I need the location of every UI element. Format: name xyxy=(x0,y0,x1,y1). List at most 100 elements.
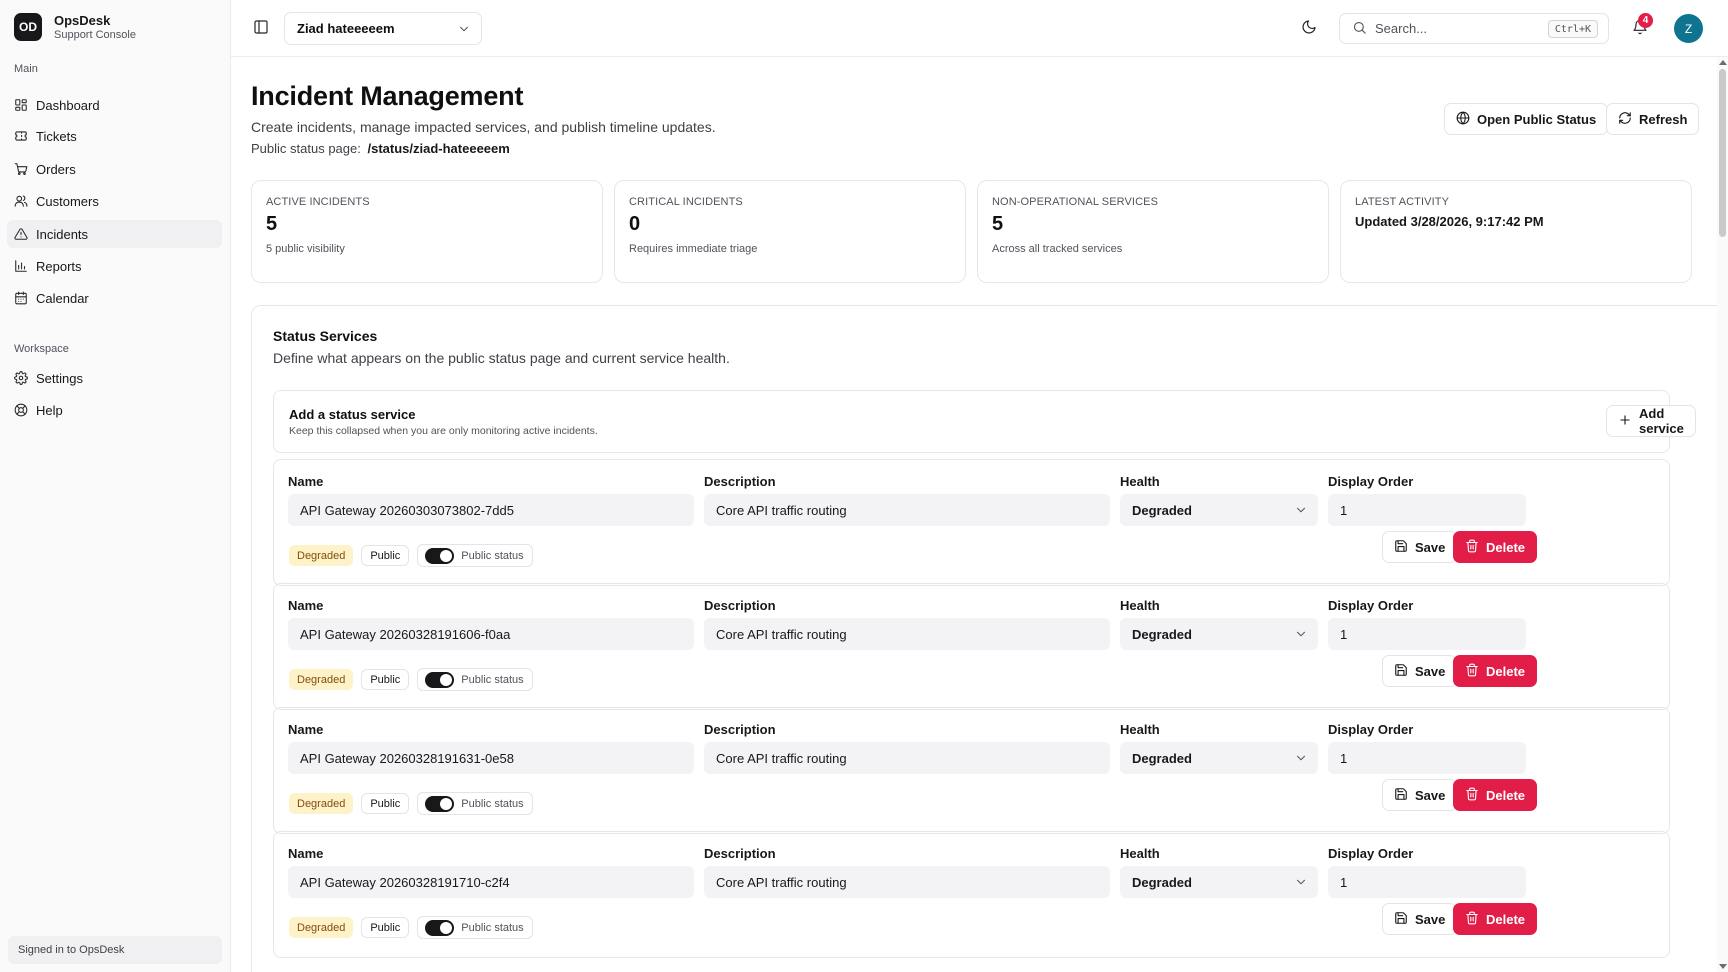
health-label: Health xyxy=(1120,846,1160,861)
public-status-toggle[interactable]: Public status xyxy=(417,792,533,815)
display-order-input[interactable] xyxy=(1328,742,1526,774)
users-icon xyxy=(14,194,28,208)
theme-toggle-button[interactable] xyxy=(1301,19,1317,38)
stat-card-non-operational-services: Non-operational services 5 Across all tr… xyxy=(977,180,1329,283)
health-label: Health xyxy=(1120,474,1160,489)
scroll-up-arrow[interactable] xyxy=(1719,60,1727,65)
health-select[interactable]: Degraded xyxy=(1120,742,1318,774)
save-button[interactable]: Save xyxy=(1382,655,1458,687)
refresh-button[interactable]: Refresh xyxy=(1606,103,1700,135)
name-label: Name xyxy=(288,598,324,613)
description-label: Description xyxy=(704,722,776,737)
status-services-card: Status Services Define what appears on t… xyxy=(251,305,1717,972)
sidebar-item-calendar[interactable]: Calendar xyxy=(7,284,222,312)
public-status-toggle[interactable]: Public status xyxy=(417,544,533,567)
service-name-input[interactable] xyxy=(288,494,694,526)
service-name-input[interactable] xyxy=(288,866,694,898)
sidebar-item-help[interactable]: Help xyxy=(7,396,222,424)
save-icon xyxy=(1394,539,1415,556)
toggle-switch[interactable] xyxy=(425,671,455,688)
description-label: Description xyxy=(704,598,776,613)
service-name-input[interactable] xyxy=(288,618,694,650)
delete-label: Delete xyxy=(1486,539,1526,555)
sidebar-item-incidents[interactable]: Incidents xyxy=(7,220,222,248)
chevron-down-icon xyxy=(457,22,471,39)
delete-button[interactable]: Delete xyxy=(1453,903,1538,935)
health-label: Health xyxy=(1120,722,1160,737)
gear-icon xyxy=(14,371,28,385)
save-icon xyxy=(1394,787,1415,804)
service-description-input[interactable] xyxy=(704,494,1110,526)
service-description-input[interactable] xyxy=(704,866,1110,898)
description-label: Description xyxy=(704,474,776,489)
delete-button[interactable]: Delete xyxy=(1453,655,1538,687)
delete-button[interactable]: Delete xyxy=(1453,531,1538,563)
sidebar-item-settings[interactable]: Settings xyxy=(7,364,222,392)
sidebar-item-tickets[interactable]: Tickets xyxy=(7,122,222,150)
save-button[interactable]: Save xyxy=(1382,779,1458,811)
health-select[interactable]: Degraded xyxy=(1120,618,1318,650)
sidebar-toggle-button[interactable] xyxy=(253,19,269,36)
avatar[interactable]: Z xyxy=(1674,14,1703,43)
scroll-thumb[interactable] xyxy=(1719,69,1726,237)
sidebar-item-label: Dashboard xyxy=(36,97,100,113)
notification-badge: 4 xyxy=(1638,13,1653,28)
sidebar-item-orders[interactable]: Orders xyxy=(7,155,222,183)
display-order-input[interactable] xyxy=(1328,618,1526,650)
add-service-panel[interactable]: Add a status service Keep this collapsed… xyxy=(273,390,1696,453)
name-label: Name xyxy=(288,846,324,861)
save-button[interactable]: Save xyxy=(1382,903,1458,935)
workspace-select[interactable]: Ziad hateeeeem xyxy=(284,12,482,45)
health-value: Degraded xyxy=(1132,626,1192,642)
page-scrollbar[interactable] xyxy=(1717,57,1728,972)
service-description-input[interactable] xyxy=(704,742,1110,774)
toggle-switch[interactable] xyxy=(425,919,455,936)
toggle-switch[interactable] xyxy=(425,547,455,564)
top-header: Ziad hateeeeem Ctrl+K 4 Z xyxy=(231,0,1728,57)
public-status-toggle-label: Public status xyxy=(461,797,524,810)
save-label: Save xyxy=(1415,539,1446,555)
brand-logo: OD xyxy=(14,13,42,42)
service-description-input[interactable] xyxy=(704,618,1110,650)
scroll-down-arrow[interactable] xyxy=(1719,964,1727,969)
display-order-input[interactable] xyxy=(1328,494,1526,526)
brand[interactable]: OD OpsDesk Support Console xyxy=(14,13,136,42)
service-name-input[interactable] xyxy=(288,742,694,774)
description-label: Description xyxy=(704,846,776,861)
open-public-status-button[interactable]: Open Public Status xyxy=(1444,103,1609,135)
name-label: Name xyxy=(288,722,324,737)
health-value: Degraded xyxy=(1132,502,1192,518)
public-status-line: Public status page: /status/ziad-hateeee… xyxy=(251,141,510,156)
stat-note: 5 public visibility xyxy=(266,243,345,255)
stat-value: 0 xyxy=(629,213,641,235)
moon-icon xyxy=(1301,19,1317,38)
chevron-down-icon xyxy=(1294,751,1308,768)
toggle-switch[interactable] xyxy=(425,795,455,812)
search-box[interactable]: Ctrl+K xyxy=(1339,13,1609,44)
add-service-button[interactable]: Add service xyxy=(1606,405,1696,437)
service-row: Name Description Health Degraded Display… xyxy=(273,831,1670,958)
sidebar: OD OpsDesk Support Console Main Dashboar… xyxy=(0,0,231,972)
health-select[interactable]: Degraded xyxy=(1120,494,1318,526)
health-badge: Degraded xyxy=(289,793,354,814)
delete-button[interactable]: Delete xyxy=(1453,779,1538,811)
save-button[interactable]: Save xyxy=(1382,531,1458,563)
name-label: Name xyxy=(288,474,324,489)
search-input[interactable] xyxy=(1375,21,1525,36)
stat-label: Critical incidents xyxy=(629,196,743,208)
sidebar-item-customers[interactable]: Customers xyxy=(7,187,222,215)
open-public-status-label: Open Public Status xyxy=(1477,111,1597,127)
sidebar-item-reports[interactable]: Reports xyxy=(7,252,222,280)
public-status-label: Public status page: xyxy=(251,141,361,156)
public-status-toggle[interactable]: Public status xyxy=(417,916,533,939)
public-status-toggle[interactable]: Public status xyxy=(417,668,533,691)
sidebar-item-dashboard[interactable]: Dashboard xyxy=(7,91,222,119)
public-status-path[interactable]: /status/ziad-hateeeeem xyxy=(367,141,509,156)
notifications-button[interactable]: 4 xyxy=(1632,13,1653,36)
delete-label: Delete xyxy=(1486,911,1526,927)
health-select[interactable]: Degraded xyxy=(1120,866,1318,898)
display-order-input[interactable] xyxy=(1328,866,1526,898)
stat-note: Across all tracked services xyxy=(992,243,1123,255)
public-badge: Public xyxy=(361,669,410,690)
health-value: Degraded xyxy=(1132,874,1192,890)
